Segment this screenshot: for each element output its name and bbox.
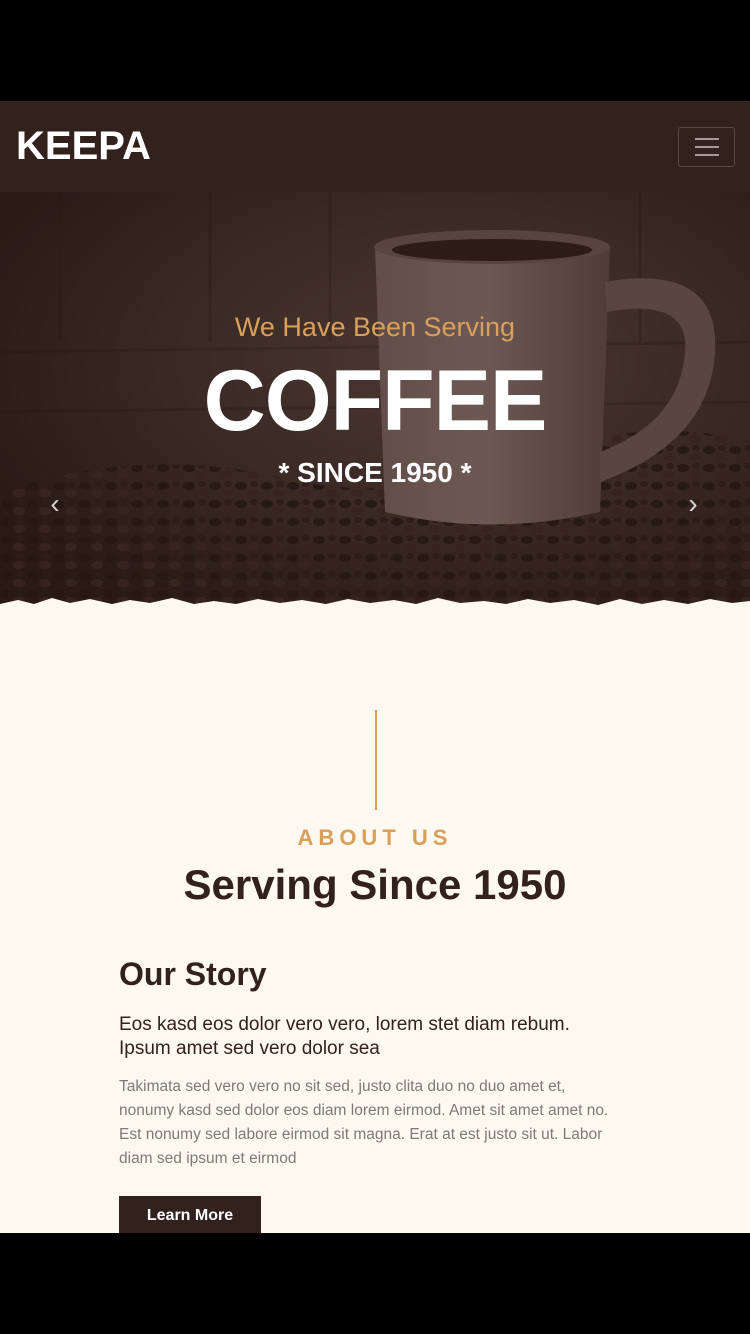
story-lead-text: Eos kasd eos dolor vero vero, lorem stet…: [119, 1014, 570, 1059]
section-divider-line: [375, 710, 377, 810]
page-viewport: KEEPA ‹ › We Have Been Serving COFFEE * …: [0, 101, 750, 1233]
section-label: ABOUT US: [297, 825, 453, 850]
story-body-text: Takimata sed vero vero no sit sed, justo…: [119, 1078, 609, 1167]
chevron-left-icon: ‹: [50, 488, 60, 519]
brand-logo[interactable]: KEEPA: [16, 124, 151, 169]
carousel-next-button[interactable]: ›: [678, 488, 708, 519]
hero-carousel: ‹ › We Have Been Serving COFFEE * SINCE …: [0, 192, 750, 617]
hero-since-text: * SINCE 1950 *: [278, 457, 472, 488]
section-title: Serving Since 1950: [183, 861, 567, 908]
hero-subtitle: We Have Been Serving: [234, 312, 516, 342]
hamburger-menu-icon[interactable]: [678, 126, 735, 167]
learn-more-button[interactable]: Learn More: [119, 1196, 261, 1233]
story-heading: Our Story: [119, 956, 267, 992]
hero-title: COFFEE: [203, 353, 548, 449]
navbar: KEEPA: [0, 101, 750, 192]
carousel-prev-button[interactable]: ‹: [40, 488, 70, 519]
chevron-right-icon: ›: [688, 488, 698, 519]
